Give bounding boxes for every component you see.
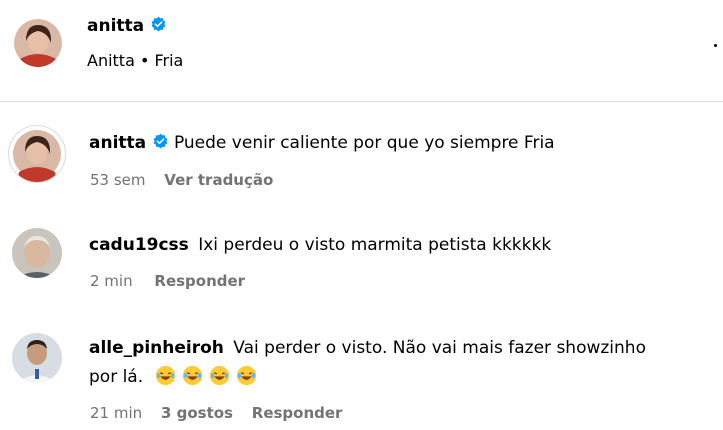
comment-avatar-anitta[interactable] (8, 125, 66, 183)
rolling-laughing-emoji (236, 365, 256, 386)
header-avatar[interactable] (14, 19, 62, 67)
comment-2-meta: 2 min Responder (90, 272, 245, 290)
verified-badge-icon (153, 133, 167, 149)
see-translation-link[interactable]: Ver tradução (164, 171, 273, 189)
reply-button[interactable]: Responder (154, 272, 245, 290)
verified-badge-icon (151, 16, 166, 32)
comment-2-text: Ixi perdeu o visto marmita petista kkkkk… (198, 235, 552, 255)
comment-1-time: 53 sem (90, 171, 146, 189)
comment-avatar-alle_pinheiroh[interactable] (12, 333, 62, 383)
comment-3-line2: por lá. (89, 365, 263, 389)
comment-3-time: 21 min (90, 404, 143, 422)
comment-1-username[interactable]: anitta (89, 133, 146, 153)
comment-1-text: Puede venir caliente por que yo siempre … (173, 133, 555, 153)
comment-3-meta: 21 min 3 gostos Responder (90, 404, 342, 422)
rolling-laughing-emoji (182, 365, 202, 386)
rolling-laughing-emoji (155, 365, 175, 386)
reply-button[interactable]: Responder (252, 404, 343, 422)
header-username[interactable]: anitta (87, 16, 167, 36)
comment-2-time: 2 min (90, 272, 133, 290)
header-subtitle[interactable]: Anitta • Fria (87, 51, 183, 70)
comment-2-username[interactable]: cadu19css (89, 235, 189, 255)
comment-avatar-cadu19css[interactable] (12, 228, 62, 278)
more-options-icon[interactable] (714, 44, 717, 47)
comment-3: alle_pinheiroh Vai perder o visto. Não v… (89, 336, 646, 360)
comment-1-meta: 53 sem Ver tradução (90, 171, 273, 189)
header-username-text[interactable]: anitta (87, 16, 144, 36)
comment-2: cadu19css Ixi perdeu o visto marmita pet… (89, 233, 551, 257)
header-divider (0, 101, 723, 102)
likes-count-link[interactable]: 3 gostos (161, 404, 233, 422)
comment-3-username[interactable]: alle_pinheiroh (89, 338, 224, 358)
comment-3-text-line2: por lá. (89, 367, 144, 387)
rolling-laughing-emoji (209, 365, 229, 386)
comment-1: anitta Puede venir caliente por que yo s… (89, 131, 555, 155)
comment-3-text-line1: Vai perder o visto. Não vai mais fazer s… (233, 338, 646, 358)
